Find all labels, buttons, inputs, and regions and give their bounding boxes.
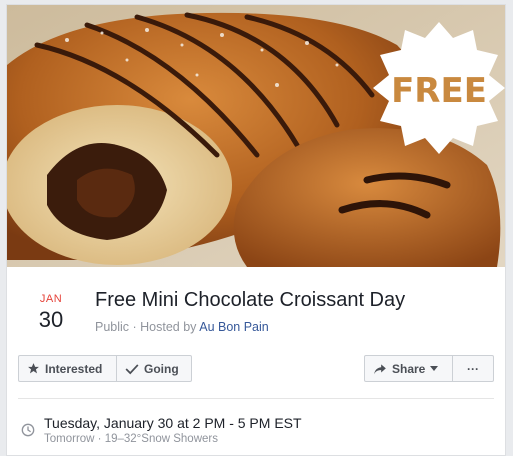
hosted-prefix: Hosted by <box>140 320 200 334</box>
interested-button[interactable]: Interested <box>18 355 117 382</box>
more-options-button[interactable]: ··· <box>452 355 494 382</box>
event-title[interactable]: Free Mini Chocolate Croissant Day <box>95 289 405 312</box>
share-arrow-icon <box>373 363 387 375</box>
checkmark-icon <box>125 363 139 375</box>
weather-forecast: Tomorrow · 19–32°Snow Showers <box>44 433 218 445</box>
divider <box>18 398 494 399</box>
more-icon: ··· <box>467 361 479 376</box>
event-time[interactable]: Tuesday, January 30 at 2 PM - 5 PM EST <box>44 415 302 431</box>
star-icon <box>27 362 40 375</box>
going-label: Going <box>144 361 179 376</box>
visibility-label: Public <box>95 320 130 334</box>
going-button[interactable]: Going <box>116 355 192 382</box>
event-card: FREE JAN 30 Free Mini Chocolate Croissan… <box>6 4 506 456</box>
event-date: JAN 30 <box>30 293 72 333</box>
separator: · <box>129 320 141 334</box>
caret-down-icon <box>430 366 439 371</box>
clock-icon <box>21 423 35 442</box>
event-subtitle: Public · Hosted by Au Bon Pain <box>95 320 269 334</box>
event-day: 30 <box>38 307 64 332</box>
croissant-image: FREE <box>7 5 505 267</box>
free-badge-text: FREE <box>391 71 487 111</box>
share-button[interactable]: Share <box>364 355 453 382</box>
host-link[interactable]: Au Bon Pain <box>199 320 269 334</box>
event-month: JAN <box>39 293 63 305</box>
share-label: Share <box>392 361 426 376</box>
event-cover-photo[interactable]: FREE <box>7 5 505 267</box>
interested-label: Interested <box>45 361 103 376</box>
